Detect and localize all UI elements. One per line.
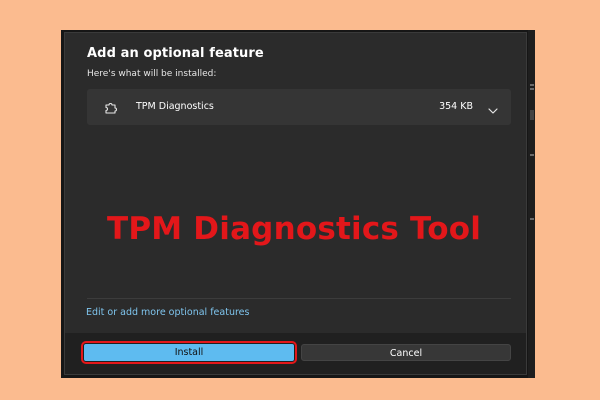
- edge-mark: [530, 88, 534, 90]
- puzzle-piece-icon: [103, 100, 119, 114]
- overlay-caption: TPM Diagnostics Tool: [107, 211, 482, 247]
- edge-mark: [530, 110, 534, 120]
- background-window-edge: [528, 30, 535, 378]
- edge-mark: [530, 218, 534, 220]
- feature-size: 354 KB: [439, 101, 473, 112]
- add-optional-feature-dialog: Add an optional feature Here's what will…: [64, 32, 527, 375]
- edit-optional-features-link[interactable]: Edit or add more optional features: [86, 307, 249, 318]
- dialog-subtitle: Here's what will be installed:: [87, 69, 217, 79]
- feature-name: TPM Diagnostics: [136, 101, 214, 112]
- feature-row-tpm-diagnostics[interactable]: TPM Diagnostics 354 KB: [87, 89, 511, 125]
- chevron-down-icon[interactable]: [487, 101, 499, 114]
- edge-mark: [530, 154, 534, 156]
- cancel-button[interactable]: Cancel: [301, 344, 511, 361]
- install-button[interactable]: Install: [81, 341, 297, 364]
- edge-mark: [530, 84, 534, 86]
- dialog-footer: Install Cancel: [65, 333, 526, 374]
- divider: [87, 298, 511, 299]
- dialog-title: Add an optional feature: [87, 46, 264, 61]
